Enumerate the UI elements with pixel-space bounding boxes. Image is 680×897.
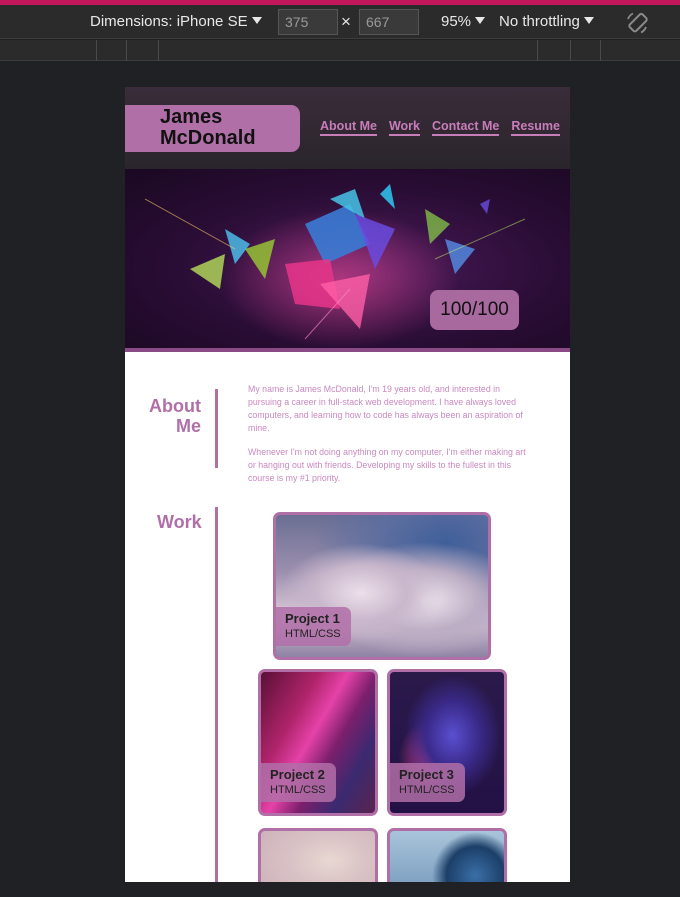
media-query-divider: [158, 40, 159, 61]
project-title: Project 3: [399, 767, 454, 782]
media-query-segment[interactable]: [126, 40, 159, 61]
chevron-down-icon: [583, 17, 594, 24]
times-symbol: ×: [341, 12, 351, 31]
project-card[interactable]: [258, 828, 378, 882]
project-title: Project 2: [270, 767, 325, 782]
throttling-label: No throttling: [499, 13, 580, 30]
project-title: Project 1: [285, 611, 340, 626]
project-label: Project 2 HTML/CSS: [261, 763, 336, 802]
about-divider: [215, 389, 218, 468]
about-heading: About Me: [149, 396, 201, 436]
hero-banner: 100/100: [125, 169, 570, 352]
zoom-dropdown[interactable]: 95%: [441, 5, 486, 39]
score-badge: 100/100: [430, 290, 519, 330]
project-label: Project 3 HTML/CSS: [390, 763, 465, 802]
throttling-dropdown[interactable]: No throttling: [499, 5, 594, 39]
site-name[interactable]: James McDonald: [125, 105, 300, 152]
nav-resume[interactable]: Resume: [511, 119, 560, 136]
nav-about-me[interactable]: About Me: [320, 119, 377, 136]
device-viewport: James McDonald About Me Work Contact Me …: [125, 87, 570, 882]
device-toolbar: Dimensions: iPhone SE 375 × 667 95% No t…: [0, 5, 680, 39]
site-header: James McDonald About Me Work Contact Me …: [125, 87, 570, 169]
rotate-icon[interactable]: [624, 10, 650, 36]
nav-work[interactable]: Work: [388, 119, 420, 136]
work-heading: Work: [157, 512, 202, 532]
about-paragraph: Whenever I'm not doing anything on my co…: [248, 447, 526, 483]
about-paragraph: My name is James McDonald, I'm 19 years …: [248, 384, 523, 433]
media-query-divider: [600, 40, 601, 61]
chevron-down-icon: [475, 17, 486, 24]
project-card[interactable]: [387, 828, 507, 882]
project-stack: HTML/CSS: [270, 784, 326, 796]
width-input[interactable]: 375: [278, 9, 338, 35]
project-card[interactable]: Project 3 HTML/CSS: [387, 669, 507, 816]
nav-contact-me[interactable]: Contact Me: [431, 119, 500, 136]
about-text: My name is James McDonald, I'm 19 years …: [248, 383, 533, 485]
project-label: Project 1 HTML/CSS: [276, 607, 351, 646]
chevron-down-icon: [251, 17, 262, 24]
zoom-label: 95%: [441, 13, 472, 30]
media-query-segment[interactable]: [96, 40, 126, 61]
project-card[interactable]: Project 1 HTML/CSS: [273, 512, 491, 660]
dimensions-label: Dimensions: iPhone SE: [90, 13, 248, 30]
media-query-segment[interactable]: [537, 40, 570, 61]
project-stack: HTML/CSS: [399, 784, 455, 796]
work-divider: [215, 507, 218, 882]
project-stack: HTML/CSS: [285, 628, 341, 640]
project-card[interactable]: Project 2 HTML/CSS: [258, 669, 378, 816]
main-nav: About Me Work Contact Me Resume: [320, 119, 560, 136]
media-query-bar: [0, 40, 680, 61]
media-query-segment[interactable]: [570, 40, 600, 61]
dimensions-dropdown[interactable]: Dimensions: iPhone SE: [90, 5, 262, 39]
height-input[interactable]: 667: [359, 9, 419, 35]
